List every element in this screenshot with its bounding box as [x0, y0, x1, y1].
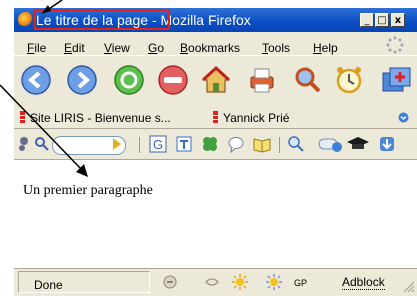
annotation-overlay — [0, 0, 88, 177]
paragraph-pointer-arrow — [0, 84, 84, 172]
title-pointer-arrowhead — [41, 5, 51, 14]
